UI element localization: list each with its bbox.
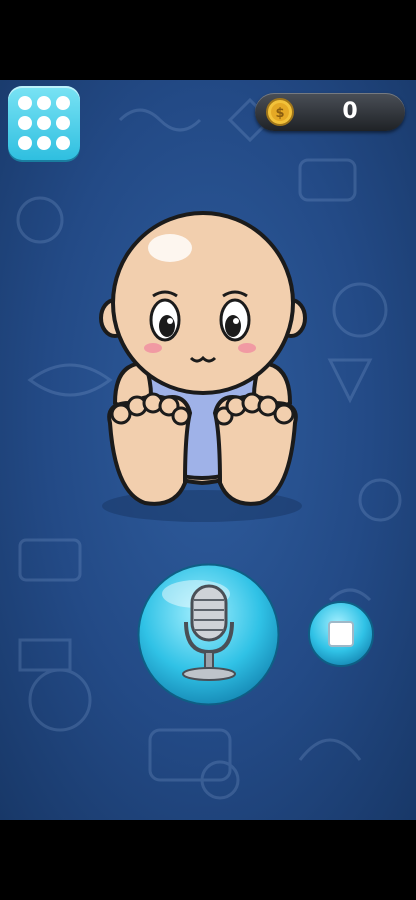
game-area: $ 0 [0, 80, 416, 820]
grid-dot [18, 96, 32, 110]
stop-icon [328, 621, 354, 647]
grid-dot [37, 96, 51, 110]
grid-dot [18, 136, 32, 150]
coin-count: 0 [342, 99, 358, 124]
grid-dot [56, 136, 70, 150]
grid-dot [37, 116, 51, 130]
stop-button[interactable] [307, 600, 375, 668]
coin-icon: $ [266, 98, 294, 126]
svg-text:$: $ [275, 106, 284, 121]
grid-dot [37, 136, 51, 150]
record-button[interactable] [136, 562, 281, 707]
baby-character[interactable] [95, 208, 310, 528]
grid-dot [56, 96, 70, 110]
grid-dot [56, 116, 70, 130]
grid-dot [18, 116, 32, 130]
screen: $ 0 [0, 0, 416, 900]
menu-button[interactable] [8, 86, 80, 160]
